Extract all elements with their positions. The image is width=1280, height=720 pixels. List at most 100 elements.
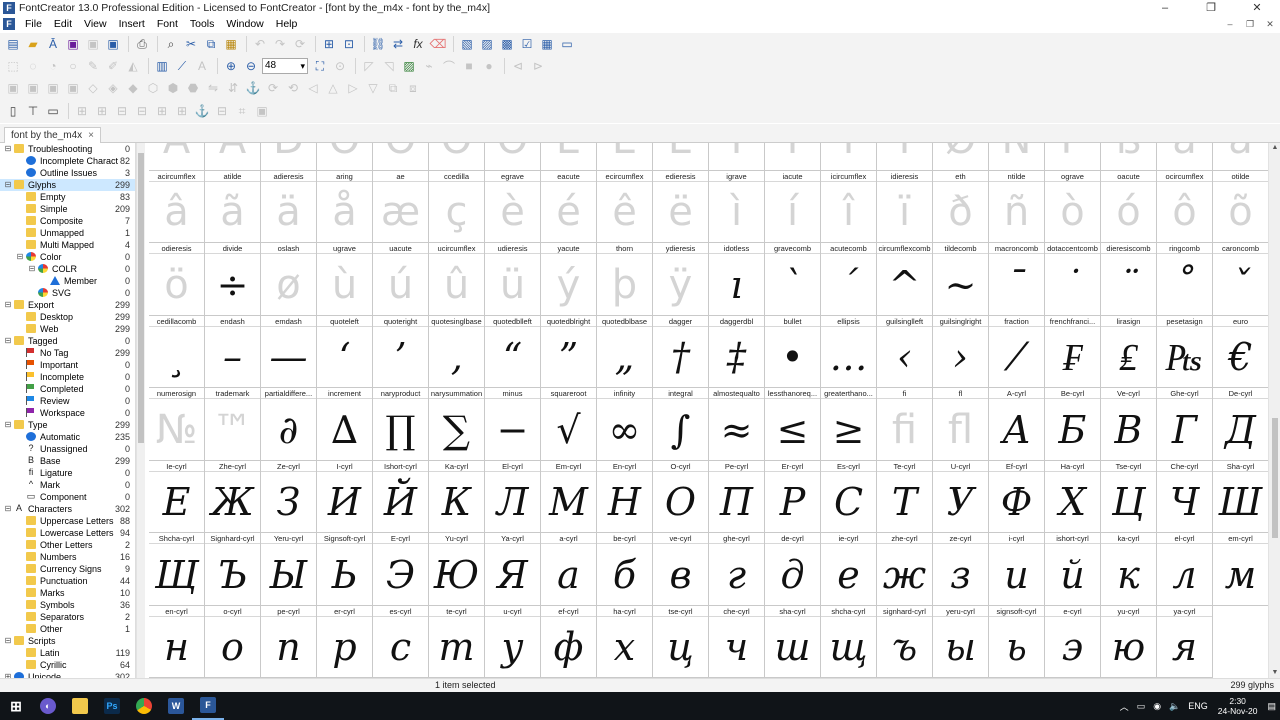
glyph-cell[interactable]: divide ÷ — [205, 243, 261, 316]
glyph-cell[interactable]: acircumflex â — [149, 170, 205, 243]
glyph-cell[interactable]: atilde ã — [205, 170, 261, 243]
glyph-cell[interactable]: O — [485, 143, 541, 171]
grid-scrollbar[interactable]: ▲ ▼ — [1268, 143, 1280, 678]
tree-item-unassigned[interactable]: ? Unassigned 0 — [0, 443, 135, 455]
glyph-cell[interactable]: infinity ∞ — [597, 388, 653, 461]
tree-item-tagged[interactable]: ⊟ Tagged 0 — [0, 335, 135, 347]
glyph-cell[interactable]: Sha-cyrl Ш — [1213, 460, 1268, 533]
glyph-cell[interactable]: dieresiscomb ¨ — [1101, 243, 1157, 316]
glyph-cell[interactable]: aring å — [317, 170, 373, 243]
rotate-cw-icon[interactable]: ⟳ — [264, 79, 282, 97]
glyph-cell[interactable]: icircumflex î — [821, 170, 877, 243]
tree-item-no-tag[interactable]: No Tag 299 — [0, 347, 135, 359]
mdi-restore-icon[interactable]: ❐ — [1240, 19, 1260, 30]
mdi-minimize-icon[interactable]: – — [1220, 19, 1240, 30]
expand-toggle-icon[interactable]: ⊟ — [4, 143, 12, 155]
expand-toggle-icon[interactable]: ⊟ — [4, 635, 12, 647]
glyph-cell[interactable]: guilsinglright › — [933, 315, 989, 388]
tab-font-document[interactable]: font by the_m4x × — [4, 127, 101, 143]
glyph-cell[interactable]: igrave ì — [709, 170, 765, 243]
taskbar-app-browser2[interactable]: ◐ — [32, 692, 64, 720]
glyph-cell[interactable]: O-cyrl О — [653, 460, 709, 533]
image-box-icon[interactable]: ▣ — [253, 102, 271, 120]
glyph-cell[interactable]: yeru-cyrl ы — [933, 605, 989, 678]
contour-icon[interactable]: ◇ — [84, 79, 102, 97]
glyph-cell[interactable]: i-cyrl и — [989, 533, 1045, 606]
find-icon[interactable]: ⌕ — [162, 35, 180, 53]
glyph-cell[interactable]: E-cyrl Э — [373, 533, 429, 606]
grid-scroll-thumb[interactable] — [1272, 418, 1278, 538]
tag-icon[interactable]: ⌗ — [233, 102, 251, 120]
glyph-cell[interactable]: adieresis ä — [261, 170, 317, 243]
tree-item-marks[interactable]: Marks 10 — [0, 587, 135, 599]
close-button[interactable]: ✕ — [1234, 0, 1280, 16]
expand-toggle-icon[interactable]: ⊟ — [16, 251, 24, 263]
expand-toggle-icon[interactable]: ⊟ — [28, 263, 36, 275]
glyph-cell[interactable]: ntilde ñ — [989, 170, 1045, 243]
exclude-icon[interactable]: ⬢ — [164, 79, 182, 97]
tab-close-icon[interactable]: × — [88, 130, 94, 141]
glyph-cell[interactable]: Er-cyrl Р — [765, 460, 821, 533]
ellipse-icon[interactable]: ● — [480, 57, 498, 75]
glyph-cell[interactable]: Em-cyrl М — [541, 460, 597, 533]
rotate-ccw-icon[interactable]: ⟲ — [284, 79, 302, 97]
expand-toggle-icon[interactable]: ⊟ — [4, 179, 12, 191]
anchor-icon[interactable]: ⚓ — [244, 79, 262, 97]
tree-item-type[interactable]: ⊟ Type 299 — [0, 419, 135, 431]
glyph-cell[interactable]: em-cyrl м — [1213, 533, 1268, 606]
glyph-cell[interactable]: te-cyrl т — [429, 605, 485, 678]
glyph-cell[interactable]: en-cyrl н — [149, 605, 205, 678]
glyph-cell[interactable]: ghe-cyrl г — [709, 533, 765, 606]
app-icon[interactable]: F — [3, 2, 15, 14]
glyph-cell[interactable]: yacute ý — [541, 243, 597, 316]
glyph-cell[interactable]: Ze-cyrl З — [261, 460, 317, 533]
glyph-cell[interactable]: endash – — [205, 315, 261, 388]
glyph-cell[interactable]: En-cyrl Н — [597, 460, 653, 533]
glyph-cell[interactable]: naryproduct ∏ — [373, 388, 429, 461]
image-icon[interactable]: ▨ — [400, 57, 418, 75]
tree-item-desktop[interactable]: Desktop 299 — [0, 311, 135, 323]
tree-item-member[interactable]: Member 0 — [0, 275, 135, 287]
glyph-cell[interactable]: greaterthano... ≥ — [821, 388, 877, 461]
glyph-cell[interactable]: tse-cyrl ц — [653, 605, 709, 678]
glyph-cell[interactable]: O — [429, 143, 485, 171]
glyph-cell[interactable]: euro € — [1213, 315, 1268, 388]
header-icon[interactable]: ⊤ — [24, 102, 42, 120]
glyph-cell[interactable]: Pe-cyrl П — [709, 460, 765, 533]
glyph-cell[interactable]: quoteleft ‘ — [317, 315, 373, 388]
grid4-icon[interactable]: ⊟ — [133, 102, 151, 120]
properties-icon[interactable]: ▧ — [458, 35, 476, 53]
glyph-cell[interactable]: quotedblright ” — [541, 315, 597, 388]
glyph-cell[interactable]: ae æ — [373, 170, 429, 243]
notifications-icon[interactable]: ▤ — [1267, 701, 1276, 712]
glyph-cell[interactable]: edieresis ë — [653, 170, 709, 243]
tree-item-empty[interactable]: Empty 83 — [0, 191, 135, 203]
tree-item-unicode[interactable]: ⊞ Unicode 302 — [0, 671, 135, 678]
expand-toggle-icon[interactable]: ⊟ — [4, 299, 12, 311]
taskbar-app-fontcreator[interactable]: F — [192, 692, 224, 720]
tree-item-svg[interactable]: SVG 0 — [0, 287, 135, 299]
glyph-cell[interactable]: shcha-cyrl щ — [821, 605, 877, 678]
minimize-button[interactable]: – — [1142, 0, 1188, 16]
tree-item-review[interactable]: Review 0 — [0, 395, 135, 407]
glyph-cell[interactable]: Shcha-cyrl Щ — [149, 533, 205, 606]
glyph-cell[interactable]: I — [765, 143, 821, 171]
save-all-icon[interactable]: ▣ — [84, 35, 102, 53]
triangle-right-icon[interactable]: ▷ — [344, 79, 362, 97]
triangle-down-icon[interactable]: ▽ — [364, 79, 382, 97]
glyph-cell[interactable]: ef-cyrl ф — [541, 605, 597, 678]
kerning-icon[interactable]: ▩ — [498, 35, 516, 53]
tree-item-composite[interactable]: Composite 7 — [0, 215, 135, 227]
open-icon[interactable]: ▰ — [24, 35, 42, 53]
tree-item-base[interactable]: B Base 299 — [0, 455, 135, 467]
glyph-cell[interactable]: Tse-cyrl Ц — [1101, 460, 1157, 533]
glyph-cell[interactable]: numerosign № — [149, 388, 205, 461]
scroll-down-icon[interactable]: ▼ — [1269, 668, 1280, 678]
pointer-mode-icon[interactable]: ⟋ — [173, 57, 191, 75]
save-icon[interactable]: ▣ — [64, 35, 82, 53]
tree-item-incomplete-charact[interactable]: Incomplete Charact... 82 — [0, 155, 135, 167]
glyph-cell[interactable]: dagger † — [653, 315, 709, 388]
glyph-cell[interactable]: ka-cyrl к — [1101, 533, 1157, 606]
glyph-cell[interactable]: dotaccentcomb ˙ — [1045, 243, 1101, 316]
tray-volume-icon[interactable]: 🔈 — [1169, 701, 1180, 712]
